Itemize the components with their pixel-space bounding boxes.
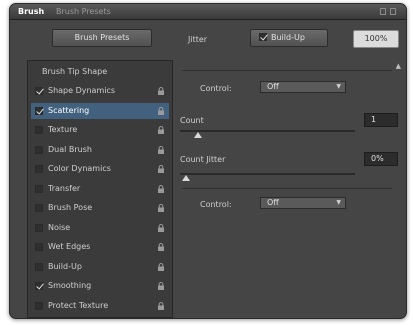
sidebar-item[interactable]: Build-Up: [31, 259, 169, 275]
lock-icon[interactable]: [157, 262, 165, 271]
sidebar-item-label: Color Dynamics: [48, 164, 111, 173]
sidebar-item-label: Brush Pose: [48, 203, 93, 212]
lock-icon[interactable]: [157, 165, 165, 173]
buildup-checkbox[interactable]: [259, 33, 267, 41]
lock-icon[interactable]: [157, 184, 165, 193]
sidebar-item-checkbox[interactable]: [35, 301, 43, 310]
brush-panel: Brush Brush Presets Brush Presets Jitter…: [9, 3, 407, 319]
buildup-label: Build-Up: [271, 33, 305, 42]
count-slider-track[interactable]: [180, 130, 355, 132]
panel-expand-icon[interactable]: ▲: [396, 62, 401, 70]
lock-icon[interactable]: [157, 145, 165, 154]
sidebar-item[interactable]: Dual Brush: [31, 142, 169, 158]
lock-icon[interactable]: [157, 282, 165, 290]
count-jitter-slider-track[interactable]: [180, 173, 355, 175]
sidebar-item[interactable]: Color Dynamics: [31, 161, 169, 177]
brush-toolbar: Brush Presets Jitter Build-Up 100%: [10, 22, 406, 58]
sidebar-item-checkbox[interactable]: [35, 184, 43, 193]
opacity-percent-field[interactable]: 100%: [353, 30, 399, 48]
sidebar-item-label: Noise: [48, 222, 71, 232]
chevron-down-icon: ▼: [336, 83, 341, 90]
tab-brush-presets[interactable]: Brush Presets: [56, 7, 111, 16]
lock-icon[interactable]: [157, 243, 165, 251]
lock-icon[interactable]: [157, 106, 165, 115]
sidebar-item-label: Transfer: [48, 183, 81, 193]
sidebar-item-label: Wet Edges: [48, 242, 91, 251]
count-jitter-slider-thumb[interactable]: [182, 175, 190, 181]
sidebar-item-label: Protect Texture: [48, 300, 109, 310]
sidebar-item[interactable]: Brush Pose: [31, 200, 169, 216]
sidebar-item-label: Dual Brush: [48, 144, 92, 154]
count-jitter-input[interactable]: 0%: [364, 152, 398, 166]
panel-tab-bar: Brush Brush Presets: [10, 4, 406, 20]
sidebar-item-label: Scattering: [48, 105, 90, 115]
brush-tip-shape-item[interactable]: Brush Tip Shape: [42, 67, 107, 76]
control1-dropdown[interactable]: Off ▼: [260, 81, 346, 93]
sidebar-item-label: Shape Dynamics: [48, 86, 116, 95]
sidebar-item-checkbox[interactable]: [35, 145, 43, 154]
sidebar-item[interactable]: Wet Edges: [31, 239, 169, 255]
sidebar-item-checkbox[interactable]: [35, 87, 43, 95]
sidebar-item-checkbox[interactable]: [35, 204, 43, 212]
sidebar-item[interactable]: Noise: [31, 220, 169, 236]
sidebar-item-label: Texture: [48, 125, 78, 134]
scattering-options: ▲ Control: Off ▼ Count 1 Count Jitter 0% …: [176, 60, 404, 318]
tab-brush[interactable]: Brush: [18, 7, 44, 16]
sidebar-item[interactable]: Scattering: [31, 102, 169, 119]
control2-dropdown[interactable]: Off ▼: [260, 197, 346, 209]
lock-icon[interactable]: [157, 126, 165, 134]
lock-icon[interactable]: [157, 301, 165, 310]
collapse-icon[interactable]: [380, 8, 386, 15]
sidebar-item[interactable]: Texture: [31, 122, 169, 138]
chevron-down-icon: ▼: [336, 199, 341, 206]
control1-label: Control:: [200, 84, 232, 93]
brush-settings-list: Brush Tip Shape Shape Dynamics Scattering…: [27, 60, 173, 318]
sidebar-item[interactable]: Transfer: [31, 181, 169, 197]
brush-presets-button[interactable]: Brush Presets: [52, 29, 152, 47]
control2-value: Off: [267, 198, 279, 207]
control1-value: Off: [267, 82, 279, 91]
count-jitter-label: Count Jitter: [180, 155, 226, 164]
sidebar-item-checkbox[interactable]: [35, 223, 43, 232]
count-label: Count: [180, 116, 204, 125]
jitter-label: Jitter: [188, 35, 208, 44]
control2-label: Control:: [200, 200, 232, 209]
lock-icon[interactable]: [157, 204, 165, 212]
sidebar-item[interactable]: Shape Dynamics: [31, 83, 169, 99]
sidebar-item-label: Build-Up: [48, 261, 82, 271]
count-input[interactable]: 1: [364, 113, 398, 127]
sidebar-item-checkbox[interactable]: [35, 282, 43, 290]
panel-window-controls: [380, 8, 396, 15]
lock-icon[interactable]: [157, 223, 165, 232]
lock-icon[interactable]: [157, 87, 165, 95]
sidebar-item-label: Smoothing: [48, 281, 92, 290]
sidebar-item-checkbox[interactable]: [35, 126, 43, 134]
sidebar-item[interactable]: Smoothing: [31, 278, 169, 294]
sidebar-item-checkbox[interactable]: [35, 165, 43, 173]
buildup-toggle[interactable]: Build-Up: [250, 29, 328, 47]
sidebar-item-checkbox[interactable]: [35, 106, 43, 115]
divider: [182, 70, 392, 71]
menu-icon[interactable]: [390, 8, 396, 15]
count-slider-thumb[interactable]: [194, 132, 202, 138]
sidebar-item-checkbox[interactable]: [35, 243, 43, 251]
sidebar-item-checkbox[interactable]: [35, 262, 43, 271]
divider: [182, 188, 392, 189]
sidebar-item[interactable]: Protect Texture: [31, 298, 169, 314]
